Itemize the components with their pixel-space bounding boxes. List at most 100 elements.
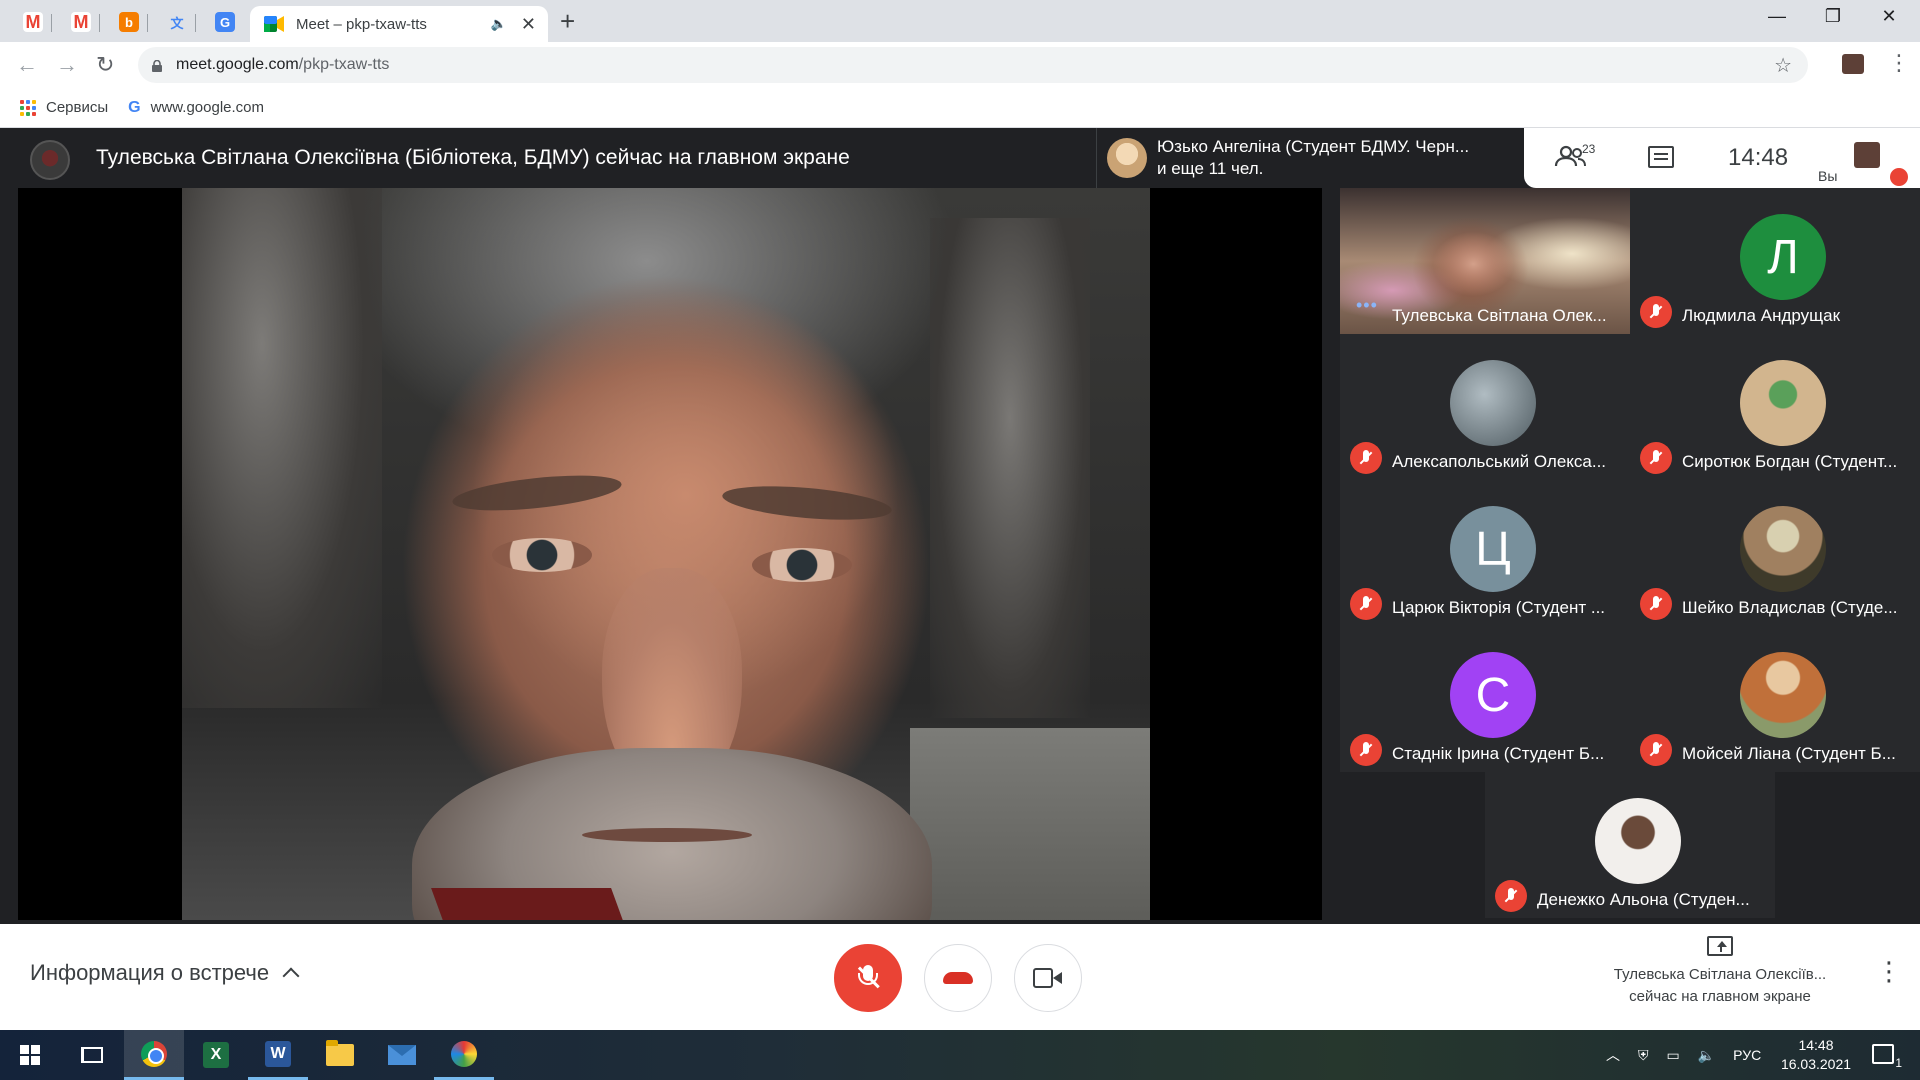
google-icon: G xyxy=(128,98,141,116)
tab-meet-active[interactable]: Meet – pkp-txaw-tts 🔈 ✕ xyxy=(250,6,548,42)
google-meet-icon xyxy=(264,16,284,32)
network-icon[interactable]: ▭ xyxy=(1667,1047,1680,1064)
main-stage xyxy=(18,188,1322,920)
gmail-icon: M xyxy=(23,12,43,32)
profile-extension-icon[interactable] xyxy=(1842,54,1864,74)
new-tab-button[interactable]: + xyxy=(560,6,575,37)
participant-tile[interactable]: Денежко Альона (Студен... xyxy=(1485,772,1775,918)
presented-video xyxy=(182,188,1150,920)
minimize-button[interactable]: — xyxy=(1752,6,1802,27)
meeting-info-label: Информация о встрече xyxy=(30,960,270,985)
participant-name: Шейко Владислав (Студе... xyxy=(1682,598,1898,617)
presenter-avatar xyxy=(30,140,70,180)
avatar: Л xyxy=(1740,214,1826,300)
close-window-button[interactable]: ✕ xyxy=(1864,6,1914,27)
presenter-line-1: Тулевська Світлана Олексіїв... xyxy=(1613,966,1827,983)
join-notification[interactable]: Юзько Ангеліна (Студент БДМУ. Черн... и … xyxy=(1096,128,1524,188)
security-shield-icon[interactable]: ⛨ xyxy=(1638,1047,1649,1064)
presenting-title: Тулевська Світлана Олексіївна (Бібліотек… xyxy=(96,146,850,169)
mic-off-icon xyxy=(855,963,881,993)
excel-icon: X xyxy=(203,1042,229,1068)
participant-tile[interactable]: Сиротюк Богдан (Студент... xyxy=(1630,334,1920,480)
bookmark-star-icon[interactable]: ☆ xyxy=(1774,53,1792,78)
bookmark-google[interactable]: G www.google.com xyxy=(128,99,264,117)
taskbar-paint[interactable] xyxy=(434,1030,494,1080)
avatar xyxy=(1450,360,1536,446)
maximize-button[interactable]: ❐ xyxy=(1808,6,1858,27)
mic-toggle-button[interactable] xyxy=(834,944,902,1012)
tab-gmail-1[interactable]: M xyxy=(18,8,52,36)
windows-taskbar: X W ︿ ⛨ ▭ 🔈 РУС 14:48 16.03.2021 1 xyxy=(0,1030,1920,1080)
word-icon: W xyxy=(265,1040,291,1067)
tab-title: Meet – pkp-txaw-tts xyxy=(296,15,427,33)
folder-icon xyxy=(326,1040,354,1066)
taskbar-time: 14:48 xyxy=(1798,1037,1834,1053)
address-bar[interactable]: meet.google.com/pkp-txaw-tts ☆ xyxy=(138,47,1808,83)
bookmarks-bar: Сервисы G www.google.com xyxy=(0,88,1920,128)
avatar xyxy=(1740,652,1826,738)
taskbar-word[interactable]: W xyxy=(248,1030,308,1080)
input-language[interactable]: РУС xyxy=(1733,1047,1761,1063)
windows-icon xyxy=(20,1045,40,1065)
camera-toggle-button[interactable] xyxy=(1014,944,1082,1012)
back-icon[interactable]: ← xyxy=(16,52,38,78)
task-view-button[interactable] xyxy=(62,1030,122,1080)
more-options-icon[interactable]: ⋮ xyxy=(1876,956,1902,987)
taskbar-date: 16.03.2021 xyxy=(1780,1056,1852,1072)
participant-tile[interactable]: ••• Тулевська Світлана Олек... xyxy=(1340,188,1630,334)
reload-icon[interactable]: ↻ xyxy=(96,52,114,78)
action-center-icon[interactable]: 1 xyxy=(1872,1044,1902,1070)
taskbar-chrome[interactable] xyxy=(124,1030,184,1080)
avatar xyxy=(1740,506,1826,592)
self-view-thumbnail[interactable] xyxy=(1854,142,1880,168)
meet-header: Тулевська Світлана Олексіївна (Бібліотек… xyxy=(0,128,1920,188)
chat-icon[interactable] xyxy=(1648,146,1674,168)
close-tab-icon[interactable]: ✕ xyxy=(521,14,536,35)
participant-tile[interactable]: Алексапольський Олекса... xyxy=(1340,334,1630,480)
speaker-icon[interactable]: 🔈 xyxy=(491,16,507,32)
taskbar-file-explorer[interactable] xyxy=(310,1030,370,1080)
tab-gmail-2[interactable]: M xyxy=(66,8,100,36)
muted-mic-icon xyxy=(1640,442,1672,474)
presentation-status-button[interactable]: Тулевська Світлана Олексіїв... сейчас на… xyxy=(1580,936,1860,1008)
leave-call-button[interactable] xyxy=(924,944,992,1012)
participant-tile[interactable]: Л Людмила Андрущак xyxy=(1630,188,1920,334)
chevron-up-icon[interactable]: ︿ xyxy=(1606,1045,1620,1065)
url-domain: meet.google.com xyxy=(176,56,299,73)
you-label: Вы xyxy=(1818,168,1838,184)
participant-name: Сиротюк Богдан (Студент... xyxy=(1682,452,1898,471)
avatar: С xyxy=(1450,652,1536,738)
meet-app: Тулевська Світлана Олексіївна (Бібліотек… xyxy=(0,128,1920,1030)
participant-name: Мойсей Ліана (Студент Б... xyxy=(1682,744,1896,763)
bookmark-services[interactable]: Сервисы xyxy=(20,99,108,116)
participant-count: 23 xyxy=(1582,142,1596,156)
participant-tile[interactable]: Шейко Владислав (Студе... xyxy=(1630,480,1920,626)
participant-tile[interactable]: Мойсей Ліана (Студент Б... xyxy=(1630,626,1920,772)
taskbar-clock[interactable]: 14:48 16.03.2021 xyxy=(1776,1036,1856,1074)
blogger-icon: b xyxy=(119,12,139,32)
camera-icon xyxy=(1033,968,1063,988)
meet-top-controls: 23 14:48 Вы xyxy=(1524,128,1920,188)
avatar: Ц xyxy=(1450,506,1536,592)
meeting-info-button[interactable]: Информация о встрече xyxy=(30,960,300,986)
avatar xyxy=(1107,138,1147,178)
self-muted-icon xyxy=(1890,168,1908,186)
start-button[interactable] xyxy=(0,1030,60,1080)
browser-toolbar: ← → ↻ meet.google.com/pkp-txaw-tts ☆ ⋮ xyxy=(0,42,1920,88)
tab-google-translate[interactable]: G xyxy=(210,8,240,36)
participant-tile[interactable]: Ц Царюк Вікторія (Студент ... xyxy=(1340,480,1630,626)
tab-translate[interactable]: 文 xyxy=(162,8,196,36)
volume-icon[interactable]: 🔈 xyxy=(1698,1047,1715,1064)
participant-name: Царюк Вікторія (Студент ... xyxy=(1392,598,1606,617)
browser-menu-icon[interactable]: ⋮ xyxy=(1888,50,1910,76)
participant-tile[interactable]: С Стаднік Ірина (Студент Б... xyxy=(1340,626,1630,772)
avatar xyxy=(1595,798,1681,884)
lock-icon xyxy=(152,59,162,72)
taskbar-excel[interactable]: X xyxy=(186,1030,246,1080)
browser-tab-strip: M M b 文 G Meet – pkp-txaw-tts 🔈 ✕ + — ❐ … xyxy=(0,0,1920,42)
system-tray: ︿ ⛨ ▭ 🔈 РУС xyxy=(1606,1030,1761,1080)
taskbar-mail[interactable] xyxy=(372,1030,432,1080)
tab-blogger[interactable]: b xyxy=(114,8,148,36)
forward-icon[interactable]: → xyxy=(56,52,78,78)
apps-grid-icon xyxy=(20,99,36,116)
